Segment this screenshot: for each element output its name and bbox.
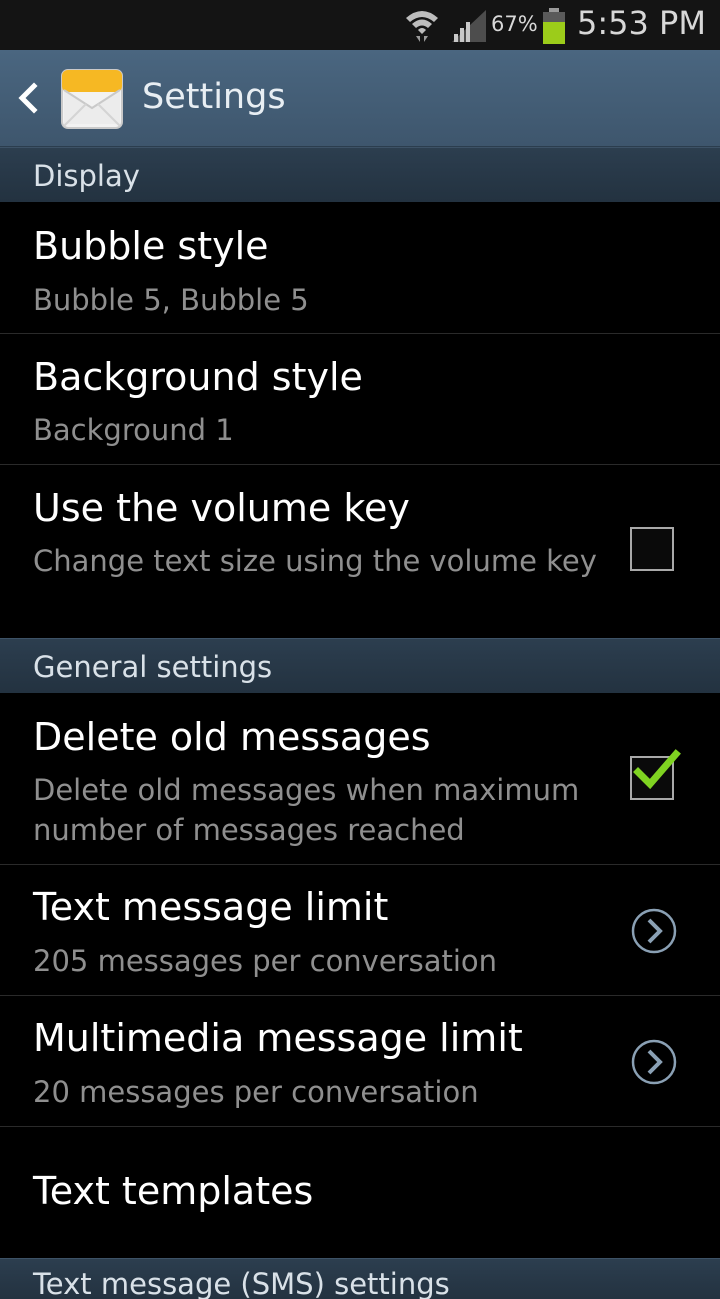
chevron-right-icon[interactable]: [630, 907, 678, 955]
status-bar: 67% 5:53 PM: [0, 0, 720, 50]
chevron-right-icon[interactable]: [630, 1038, 678, 1086]
section-header-label: Text message (SMS) settings: [33, 1267, 450, 1299]
setting-summary: Bubble 5, Bubble 5: [33, 283, 309, 317]
page-title: Settings: [142, 77, 286, 117]
section-header-sms: Text message (SMS) settings: [0, 1258, 720, 1299]
section-header-label: General settings: [33, 650, 273, 684]
setting-title: Text message limit: [33, 885, 389, 929]
setting-title: Use the volume key: [33, 486, 410, 530]
setting-text-message-limit[interactable]: Text message limit 205 messages per conv…: [0, 865, 720, 996]
setting-bubble-style[interactable]: Bubble style Bubble 5, Bubble 5: [0, 202, 720, 334]
setting-summary: Change text size using the volume key: [33, 544, 597, 578]
setting-title: Background style: [33, 355, 363, 399]
section-header-label: Display: [33, 159, 140, 193]
section-header-general: General settings: [0, 638, 720, 693]
clock: 5:53 PM: [577, 4, 706, 42]
setting-delete-old-messages[interactable]: Delete old messages Delete old messages …: [0, 693, 720, 865]
setting-title: Text templates: [33, 1169, 314, 1213]
back-arrow-icon[interactable]: [14, 80, 40, 116]
setting-summary: Background 1: [33, 413, 234, 447]
setting-summary: 205 messages per conversation: [33, 944, 498, 978]
battery-icon: [543, 8, 565, 44]
checkmark-icon: [633, 749, 681, 790]
volume-key-checkbox[interactable]: [630, 527, 674, 571]
setting-summary: Delete old messages when maximum number …: [33, 773, 580, 847]
section-header-display: Display: [0, 147, 720, 202]
wifi-icon: [406, 11, 438, 42]
signal-icon: [452, 10, 486, 42]
setting-background-style[interactable]: Background style Background 1: [0, 334, 720, 465]
setting-title: Delete old messages: [33, 715, 431, 759]
action-bar: Settings: [0, 50, 720, 147]
setting-text-templates[interactable]: Text templates: [0, 1127, 720, 1258]
battery-percent: 67%: [491, 12, 538, 36]
setting-title: Multimedia message limit: [33, 1016, 523, 1060]
setting-volume-key[interactable]: Use the volume key Change text size usin…: [0, 465, 720, 637]
setting-multimedia-message-limit[interactable]: Multimedia message limit 20 messages per…: [0, 996, 720, 1127]
messaging-envelope-icon[interactable]: [60, 68, 124, 130]
delete-old-messages-checkbox[interactable]: [630, 749, 681, 800]
setting-summary: 20 messages per conversation: [33, 1075, 479, 1109]
setting-title: Bubble style: [33, 224, 269, 268]
